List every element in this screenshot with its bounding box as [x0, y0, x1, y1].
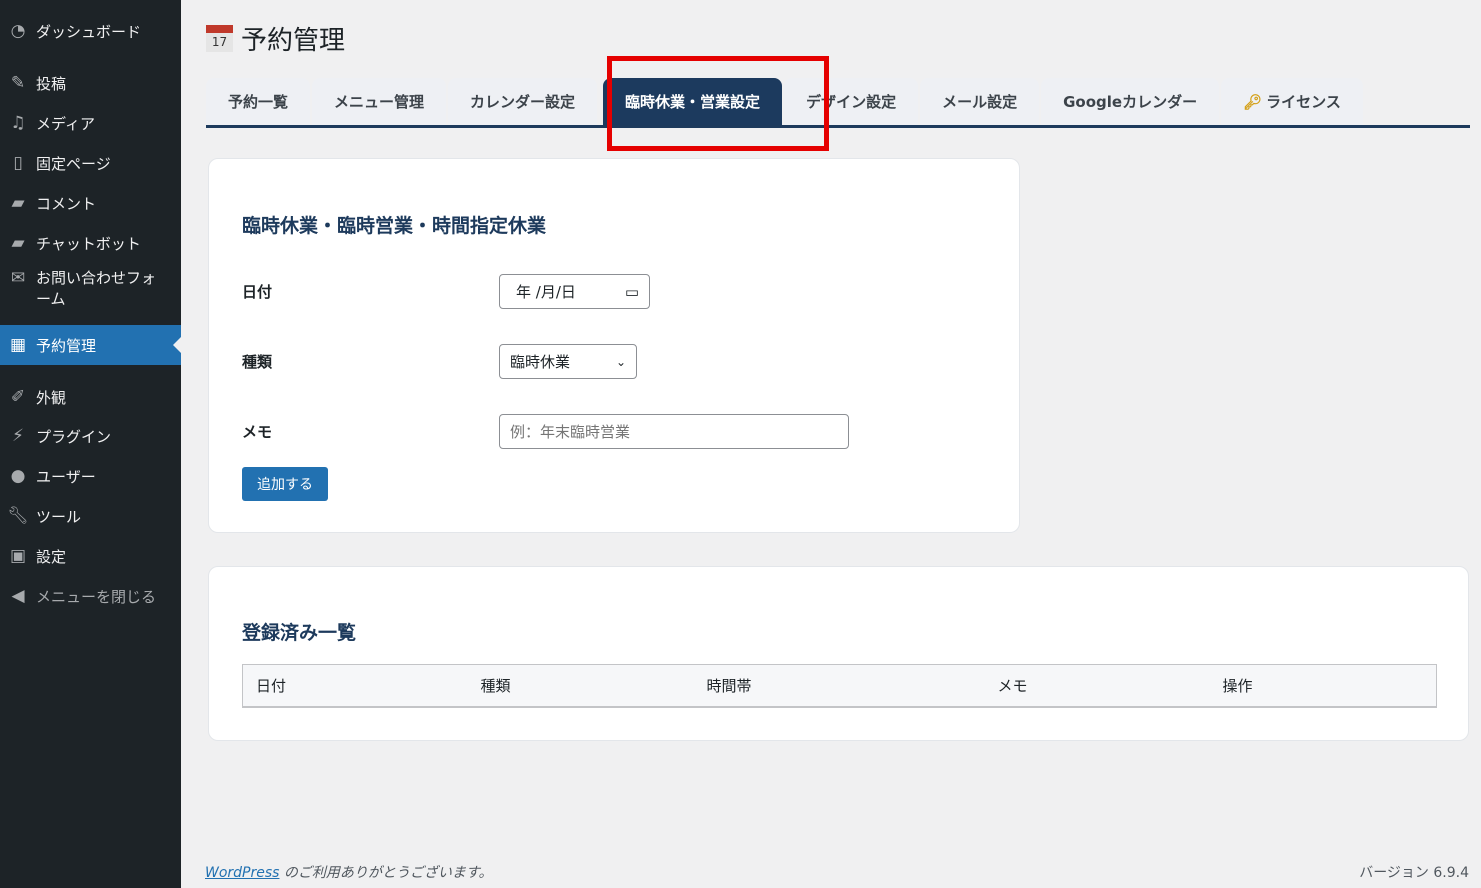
date-input[interactable]: 年 /月/日 ▭	[499, 274, 650, 309]
page-title: 17 予約管理	[206, 20, 345, 57]
closure-form-card: 臨時休業・臨時営業・時間指定休業 日付 年 /月/日▭ 種類 臨時休業⌄ メモ …	[208, 158, 1020, 533]
date-value: 年 /月/日	[516, 281, 576, 302]
label: コメント	[36, 193, 96, 214]
sidebar-item-appearance[interactable]: ✐外観	[0, 377, 181, 417]
tab-google-calendar[interactable]: Googleカレンダー	[1041, 78, 1219, 125]
sidebar-item-users[interactable]: ●ユーザー	[0, 456, 181, 496]
list-heading: 登録済み一覧	[242, 618, 356, 645]
brush-icon: ✐	[0, 387, 36, 407]
media-icon: ♫	[0, 113, 36, 133]
label: 外観	[36, 387, 66, 408]
version-text: バージョン 6.9.4	[1359, 862, 1469, 882]
thanks-text: のご利用ありがとうございます。	[279, 865, 492, 881]
column-memo: メモ	[985, 665, 1210, 707]
label: お問い合わせフォーム	[36, 268, 171, 310]
type-label: 種類	[242, 351, 272, 372]
column-date: 日付	[243, 665, 468, 707]
memo-placeholder: 例：年末臨時営業	[510, 421, 630, 442]
label: 投稿	[36, 73, 66, 94]
mail-icon: ✉	[0, 268, 36, 288]
label: ダッシュボード	[36, 21, 141, 42]
label: プラグイン	[36, 426, 111, 447]
memo-input[interactable]: 例：年末臨時営業	[499, 414, 849, 449]
chevron-down-icon: ⌄	[616, 355, 626, 369]
footer-thanks: WordPress のご利用ありがとうございます。	[205, 862, 493, 882]
type-value: 臨時休業	[510, 351, 570, 372]
label: ライセンス	[1266, 91, 1341, 112]
label: メニューを閉じる	[36, 586, 156, 607]
date-label: 日付	[242, 281, 272, 302]
label: 予約管理	[36, 335, 96, 356]
label: ツール	[36, 506, 81, 527]
admin-sidebar: ◔ダッシュボード ✎投稿 ♫メディア ▯固定ページ ▰コメント ▰チャットボット…	[0, 0, 181, 888]
label: 設定	[36, 546, 66, 567]
column-time: 時間帯	[694, 665, 985, 707]
sidebar-item-plugins[interactable]: ⚡プラグイン	[0, 416, 181, 456]
tab-mail[interactable]: メール設定	[920, 78, 1039, 125]
sidebar-item-reservations[interactable]: ▦予約管理	[0, 325, 181, 365]
tab-reservation-list[interactable]: 予約一覧	[206, 78, 310, 125]
sidebar-item-chatbot[interactable]: ▰チャットボット	[0, 223, 181, 263]
comment-icon: ▰	[0, 193, 36, 213]
registered-list-card: 登録済み一覧 日付 種類 時間帯 メモ 操作	[208, 566, 1469, 741]
memo-label: メモ	[242, 421, 272, 442]
calendar-icon: ▭	[625, 283, 639, 301]
tab-menu[interactable]: メニュー管理	[312, 78, 446, 125]
tab-bar: 予約一覧 メニュー管理 カレンダー設定 臨時休業・営業設定 デザイン設定 メール…	[206, 78, 1470, 128]
chat-icon: ▰	[0, 233, 36, 253]
sidebar-item-contact-form[interactable]: ✉お問い合わせフォーム	[0, 268, 181, 318]
sidebar-item-media[interactable]: ♫メディア	[0, 103, 181, 143]
type-select[interactable]: 臨時休業 ⌄	[499, 344, 637, 379]
add-button[interactable]: 追加する	[242, 467, 328, 501]
title-text: 予約管理	[241, 20, 345, 57]
sidebar-item-posts[interactable]: ✎投稿	[0, 63, 181, 103]
tab-license[interactable]: 🔑︎ライセンス	[1221, 78, 1363, 125]
label: ユーザー	[36, 466, 96, 487]
highlight-box	[607, 56, 829, 151]
wrench-icon: 🔧︎	[0, 506, 36, 526]
sidebar-item-comments[interactable]: ▰コメント	[0, 183, 181, 223]
registered-table: 日付 種類 時間帯 メモ 操作	[242, 664, 1437, 708]
pin-icon: ✎	[0, 73, 36, 93]
sidebar-item-dashboard[interactable]: ◔ダッシュボード	[0, 11, 181, 51]
label: メディア	[36, 113, 95, 134]
key-icon: 🔑︎	[1243, 93, 1262, 111]
page-icon: ▯	[0, 153, 36, 173]
user-icon: ●	[0, 466, 36, 486]
sidebar-item-tools[interactable]: 🔧︎ツール	[0, 496, 181, 536]
form-heading: 臨時休業・臨時営業・時間指定休業	[242, 211, 546, 238]
plugin-icon: ⚡	[0, 426, 36, 446]
column-type: 種類	[468, 665, 694, 707]
tab-calendar-settings[interactable]: カレンダー設定	[448, 78, 597, 125]
calendar-icon: ▦	[0, 335, 36, 355]
label: チャットボット	[36, 233, 141, 254]
dashboard-icon: ◔	[0, 21, 36, 41]
calendar-icon: 17	[206, 25, 233, 52]
sidebar-item-settings[interactable]: ▣設定	[0, 536, 181, 576]
collapse-icon: ◀	[0, 586, 36, 606]
label: 固定ページ	[36, 153, 111, 174]
wordpress-link[interactable]: WordPress	[205, 865, 279, 881]
column-actions: 操作	[1210, 665, 1437, 707]
sidebar-item-pages[interactable]: ▯固定ページ	[0, 143, 181, 183]
settings-icon: ▣	[0, 546, 36, 566]
collapse-menu-button[interactable]: ◀メニューを閉じる	[0, 576, 181, 616]
